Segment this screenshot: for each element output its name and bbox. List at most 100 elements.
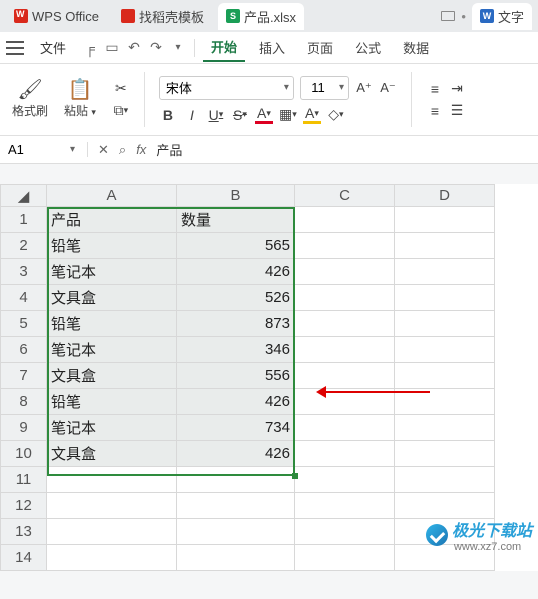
cell[interactable]: 产品 xyxy=(47,207,177,233)
cell[interactable] xyxy=(295,285,395,311)
save-icon[interactable]: ▭ xyxy=(104,40,120,56)
cell[interactable] xyxy=(295,233,395,259)
cell[interactable]: 数量 xyxy=(177,207,295,233)
undo-icon[interactable]: ↶ xyxy=(126,40,142,56)
cell[interactable] xyxy=(295,337,395,363)
row-header[interactable]: 2 xyxy=(1,233,47,259)
cell[interactable] xyxy=(395,337,495,363)
cell[interactable] xyxy=(395,259,495,285)
qat-dropdown-icon[interactable]: ▾ xyxy=(170,40,186,56)
align-top-icon[interactable]: ≡ xyxy=(426,80,444,98)
tab-insert[interactable]: 插入 xyxy=(251,34,293,61)
font-size-input[interactable] xyxy=(301,80,335,95)
cell[interactable] xyxy=(47,545,177,571)
cell[interactable] xyxy=(395,493,495,519)
row-header[interactable]: 9 xyxy=(1,415,47,441)
cell[interactable]: 734 xyxy=(177,415,295,441)
cell[interactable]: 873 xyxy=(177,311,295,337)
cell[interactable] xyxy=(395,467,495,493)
col-header-C[interactable]: C xyxy=(295,185,395,207)
cell[interactable]: 346 xyxy=(177,337,295,363)
cell[interactable] xyxy=(177,545,295,571)
cell[interactable] xyxy=(295,441,395,467)
cell[interactable]: 铅笔 xyxy=(47,311,177,337)
increase-font-icon[interactable]: A⁺ xyxy=(355,79,373,97)
row-header[interactable]: 6 xyxy=(1,337,47,363)
row-header[interactable]: 10 xyxy=(1,441,47,467)
cell[interactable]: 文具盒 xyxy=(47,363,177,389)
app-tab-templates[interactable]: 找稻壳模板 xyxy=(113,3,212,30)
cell[interactable] xyxy=(295,467,395,493)
cell[interactable] xyxy=(295,545,395,571)
row-header[interactable]: 11 xyxy=(1,467,47,493)
row-header[interactable]: 14 xyxy=(1,545,47,571)
row-header[interactable]: 1 xyxy=(1,207,47,233)
copy-icon[interactable]: ⧉▾ xyxy=(112,102,130,120)
cell[interactable]: 笔记本 xyxy=(47,259,177,285)
chevron-down-icon[interactable]: ▾ xyxy=(280,82,293,93)
wrap-text-icon[interactable]: ⇥ xyxy=(448,80,466,98)
row-header[interactable]: 7 xyxy=(1,363,47,389)
zoom-icon[interactable]: ⌕ xyxy=(119,142,126,158)
border-button[interactable]: ▦▾ xyxy=(279,106,297,124)
strike-button[interactable]: S▾ xyxy=(231,106,249,124)
cell[interactable] xyxy=(295,519,395,545)
col-header-B[interactable]: B xyxy=(177,185,295,207)
row-header[interactable]: 12 xyxy=(1,493,47,519)
cell[interactable] xyxy=(47,493,177,519)
row-header[interactable]: 8 xyxy=(1,389,47,415)
font-size-box[interactable]: ▾ xyxy=(300,76,349,100)
tab-formula[interactable]: 公式 xyxy=(347,34,389,61)
cell[interactable] xyxy=(295,493,395,519)
file-menu[interactable]: 文件 xyxy=(30,35,76,60)
cell[interactable]: 526 xyxy=(177,285,295,311)
font-name-box[interactable]: ▾ xyxy=(159,76,294,100)
cell[interactable] xyxy=(395,285,495,311)
cell[interactable] xyxy=(177,467,295,493)
cell[interactable] xyxy=(295,207,395,233)
row-header[interactable]: 5 xyxy=(1,311,47,337)
format-painter-group[interactable]: 🖌 格式刷 xyxy=(8,68,52,131)
cell[interactable]: 426 xyxy=(177,441,295,467)
cell[interactable]: 铅笔 xyxy=(47,389,177,415)
cell[interactable] xyxy=(47,519,177,545)
align-left-icon[interactable]: ≡ xyxy=(426,102,444,120)
cell[interactable]: 文具盒 xyxy=(47,441,177,467)
app-tab-doc[interactable]: W 文字 xyxy=(472,3,532,30)
cell[interactable] xyxy=(395,415,495,441)
spreadsheet-grid[interactable]: ◢ A B C D 1 产品 数量 2 铅笔 565 3 笔记本 426 4 文… xyxy=(0,184,538,571)
cell[interactable]: 笔记本 xyxy=(47,415,177,441)
window-restore-icon[interactable] xyxy=(441,11,455,21)
cell[interactable]: 铅笔 xyxy=(47,233,177,259)
cell[interactable] xyxy=(295,311,395,337)
cell[interactable] xyxy=(395,311,495,337)
tab-data[interactable]: 数据 xyxy=(395,34,437,61)
chevron-down-icon[interactable]: ▾ xyxy=(335,82,348,93)
new-tab-icon[interactable]: ╒ xyxy=(82,40,98,56)
tab-page[interactable]: 页面 xyxy=(299,34,341,61)
hamburger-icon[interactable] xyxy=(6,41,24,55)
chevron-down-icon[interactable]: ▾ xyxy=(66,144,79,155)
selection-handle[interactable] xyxy=(292,473,298,479)
cell[interactable] xyxy=(295,259,395,285)
cell[interactable]: 426 xyxy=(177,259,295,285)
col-header-D[interactable]: D xyxy=(395,185,495,207)
window-dot-icon[interactable]: • xyxy=(461,9,466,24)
row-header[interactable]: 13 xyxy=(1,519,47,545)
formula-value[interactable]: 产品 xyxy=(156,140,182,159)
bold-button[interactable]: B xyxy=(159,106,177,124)
cell[interactable] xyxy=(395,363,495,389)
cell[interactable] xyxy=(395,207,495,233)
decrease-font-icon[interactable]: A⁻ xyxy=(379,79,397,97)
cell[interactable] xyxy=(395,233,495,259)
cell[interactable]: 565 xyxy=(177,233,295,259)
paste-group[interactable]: 📋 粘贴 ▾ xyxy=(60,68,100,131)
fill-color-button[interactable]: A▾ xyxy=(303,106,321,124)
row-header[interactable]: 3 xyxy=(1,259,47,285)
underline-button[interactable]: U▾ xyxy=(207,106,225,124)
name-box[interactable]: A1 ▾ xyxy=(0,142,88,157)
cell[interactable]: 556 xyxy=(177,363,295,389)
font-color-button[interactable]: A▾ xyxy=(255,106,273,124)
merge-icon[interactable]: ☰ xyxy=(448,102,466,120)
cell[interactable]: 笔记本 xyxy=(47,337,177,363)
